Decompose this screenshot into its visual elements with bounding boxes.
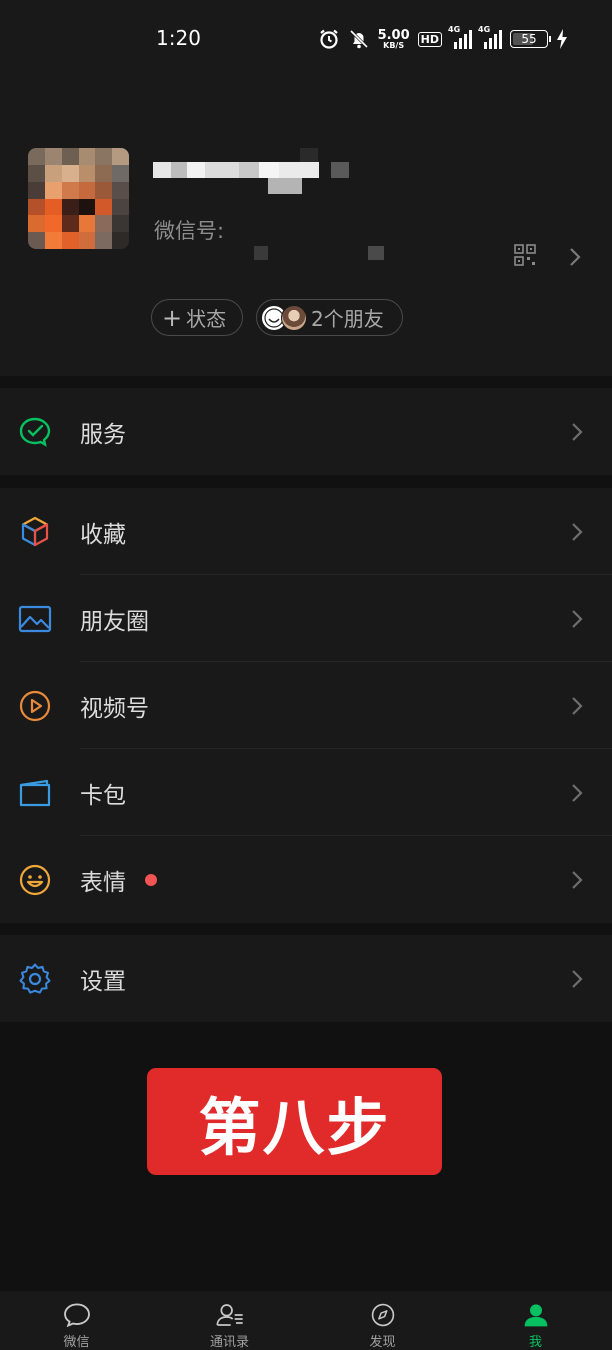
- favorites-cube-icon: [21, 516, 49, 546]
- menu-item-services[interactable]: 服务: [0, 388, 612, 475]
- step-label-banner: 第八步: [147, 1068, 442, 1175]
- avatar[interactable]: [28, 148, 129, 249]
- chevron-right-icon: [572, 422, 583, 441]
- status-icons: 5.00 KB/S HD 4G 4G 55: [318, 25, 568, 52]
- profile-header[interactable]: 微信号: + 状态 2个朋友: [0, 78, 612, 376]
- services-icon: [19, 417, 51, 447]
- tab-label: 通讯录: [209, 1335, 249, 1350]
- wechat-id-redacted: [368, 246, 384, 260]
- menu-item-settings[interactable]: 设置: [0, 935, 612, 1022]
- moments-image-icon: [18, 605, 52, 632]
- compass-icon: [371, 1303, 394, 1327]
- me-screen: 1:20 5.00 KB/S HD 4G 4G 55 微信号: + 状态 2个朋…: [0, 0, 612, 1350]
- friend-avatar: [281, 304, 307, 331]
- menu-item-stickers[interactable]: 表情: [0, 836, 612, 923]
- chat-bubble-icon: [63, 1303, 90, 1327]
- chevron-right-icon: [572, 609, 583, 628]
- features-group: 收藏 朋友圈 视频号 卡包 表情: [0, 488, 612, 923]
- menu-label: 设置: [80, 968, 126, 995]
- tab-contacts[interactable]: 通讯录: [153, 1291, 306, 1350]
- battery-icon: 55: [510, 30, 551, 48]
- menu-label: 朋友圈: [80, 608, 149, 635]
- friends-status-chip[interactable]: 2个朋友: [256, 299, 403, 336]
- person-icon: [524, 1304, 547, 1327]
- settings-group: 设置: [0, 935, 612, 1022]
- menu-item-moments[interactable]: 朋友圈: [0, 575, 612, 662]
- channels-play-icon: [19, 690, 51, 721]
- plus-icon: +: [162, 303, 183, 332]
- charging-bolt-icon: [557, 29, 567, 49]
- status-chip-label: 状态: [186, 307, 227, 331]
- nickname-redacted: [153, 158, 349, 182]
- tab-label: 发现: [369, 1335, 396, 1350]
- chevron-right-icon: [572, 696, 583, 715]
- alarm-icon: [319, 29, 338, 49]
- nickname-redacted-fragment: [300, 148, 318, 162]
- nickname-redacted-fragment: [268, 178, 302, 194]
- network-speed: 5.00 KB/S: [377, 27, 410, 50]
- wallet-card-icon: [19, 779, 51, 806]
- sticker-smiley-icon: [19, 864, 51, 895]
- menu-item-cards[interactable]: 卡包: [0, 749, 612, 836]
- status-bar: 1:20 5.00 KB/S HD 4G 4G 55: [0, 0, 612, 78]
- tab-me[interactable]: 我: [459, 1291, 612, 1350]
- wechat-id-label: 微信号:: [154, 219, 225, 243]
- tab-label: 我: [528, 1335, 542, 1350]
- menu-label: 视频号: [80, 695, 149, 722]
- contacts-icon: [215, 1304, 243, 1326]
- friends-chip-label: 2个朋友: [311, 307, 384, 331]
- signal-sim2-icon: 4G: [478, 25, 502, 49]
- chevron-right-icon: [570, 248, 581, 266]
- signal-sim1-icon: 4G: [448, 25, 472, 49]
- settings-gear-icon: [19, 963, 51, 994]
- menu-label: 服务: [80, 421, 126, 448]
- chevron-right-icon: [572, 969, 583, 988]
- menu-label: 表情: [80, 869, 126, 896]
- status-chip[interactable]: + 状态: [151, 299, 243, 336]
- tab-label: 微信: [63, 1335, 90, 1350]
- tab-chats[interactable]: 微信: [0, 1291, 153, 1350]
- chevron-right-icon: [572, 870, 583, 889]
- hd-voice-badge: HD: [417, 31, 442, 47]
- menu-label: 收藏: [80, 521, 126, 548]
- new-badge-dot: [145, 873, 157, 886]
- qr-code-icon[interactable]: [514, 244, 536, 266]
- chevron-right-icon: [572, 783, 583, 802]
- menu-item-channels[interactable]: 视频号: [0, 662, 612, 749]
- bottom-tab-bar: 微信 通讯录 发现 我: [0, 1291, 612, 1350]
- mute-bell-icon: [349, 29, 368, 49]
- status-time: 1:20: [156, 26, 201, 50]
- wechat-id-redacted: [254, 246, 268, 260]
- menu-item-favorites[interactable]: 收藏: [0, 488, 612, 575]
- services-group: 服务: [0, 388, 612, 475]
- chevron-right-icon: [572, 522, 583, 541]
- menu-label: 卡包: [80, 782, 126, 809]
- tab-discover[interactable]: 发现: [306, 1291, 459, 1350]
